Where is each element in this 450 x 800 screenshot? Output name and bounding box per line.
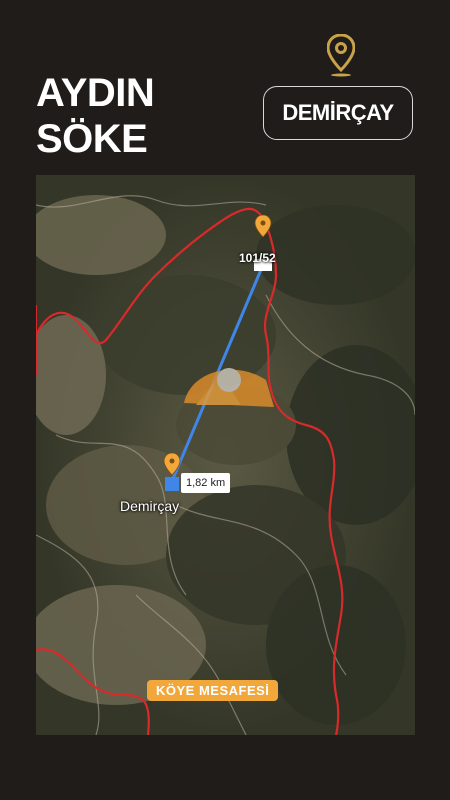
- location-title: AYDIN SÖKE: [36, 70, 155, 162]
- village-label: Demirçay: [120, 498, 180, 514]
- parcel-label: 101/52: [239, 251, 276, 265]
- distance-caption: KÖYE MESAFESİ: [147, 680, 279, 701]
- village-badge: DEMİRÇAY: [263, 86, 413, 140]
- start-marker: [165, 477, 179, 491]
- district-name: SÖKE: [36, 117, 148, 161]
- village-badge-label: DEMİRÇAY: [282, 100, 394, 125]
- map-canvas: [36, 175, 415, 735]
- province-name: AYDIN: [36, 71, 155, 115]
- satellite-map[interactable]: 101/52 1,82 km Demirçay KÖYE MESAFESİ: [36, 175, 415, 735]
- distance-label: 1,82 km: [181, 473, 231, 493]
- location-pin-icon: [327, 34, 355, 77]
